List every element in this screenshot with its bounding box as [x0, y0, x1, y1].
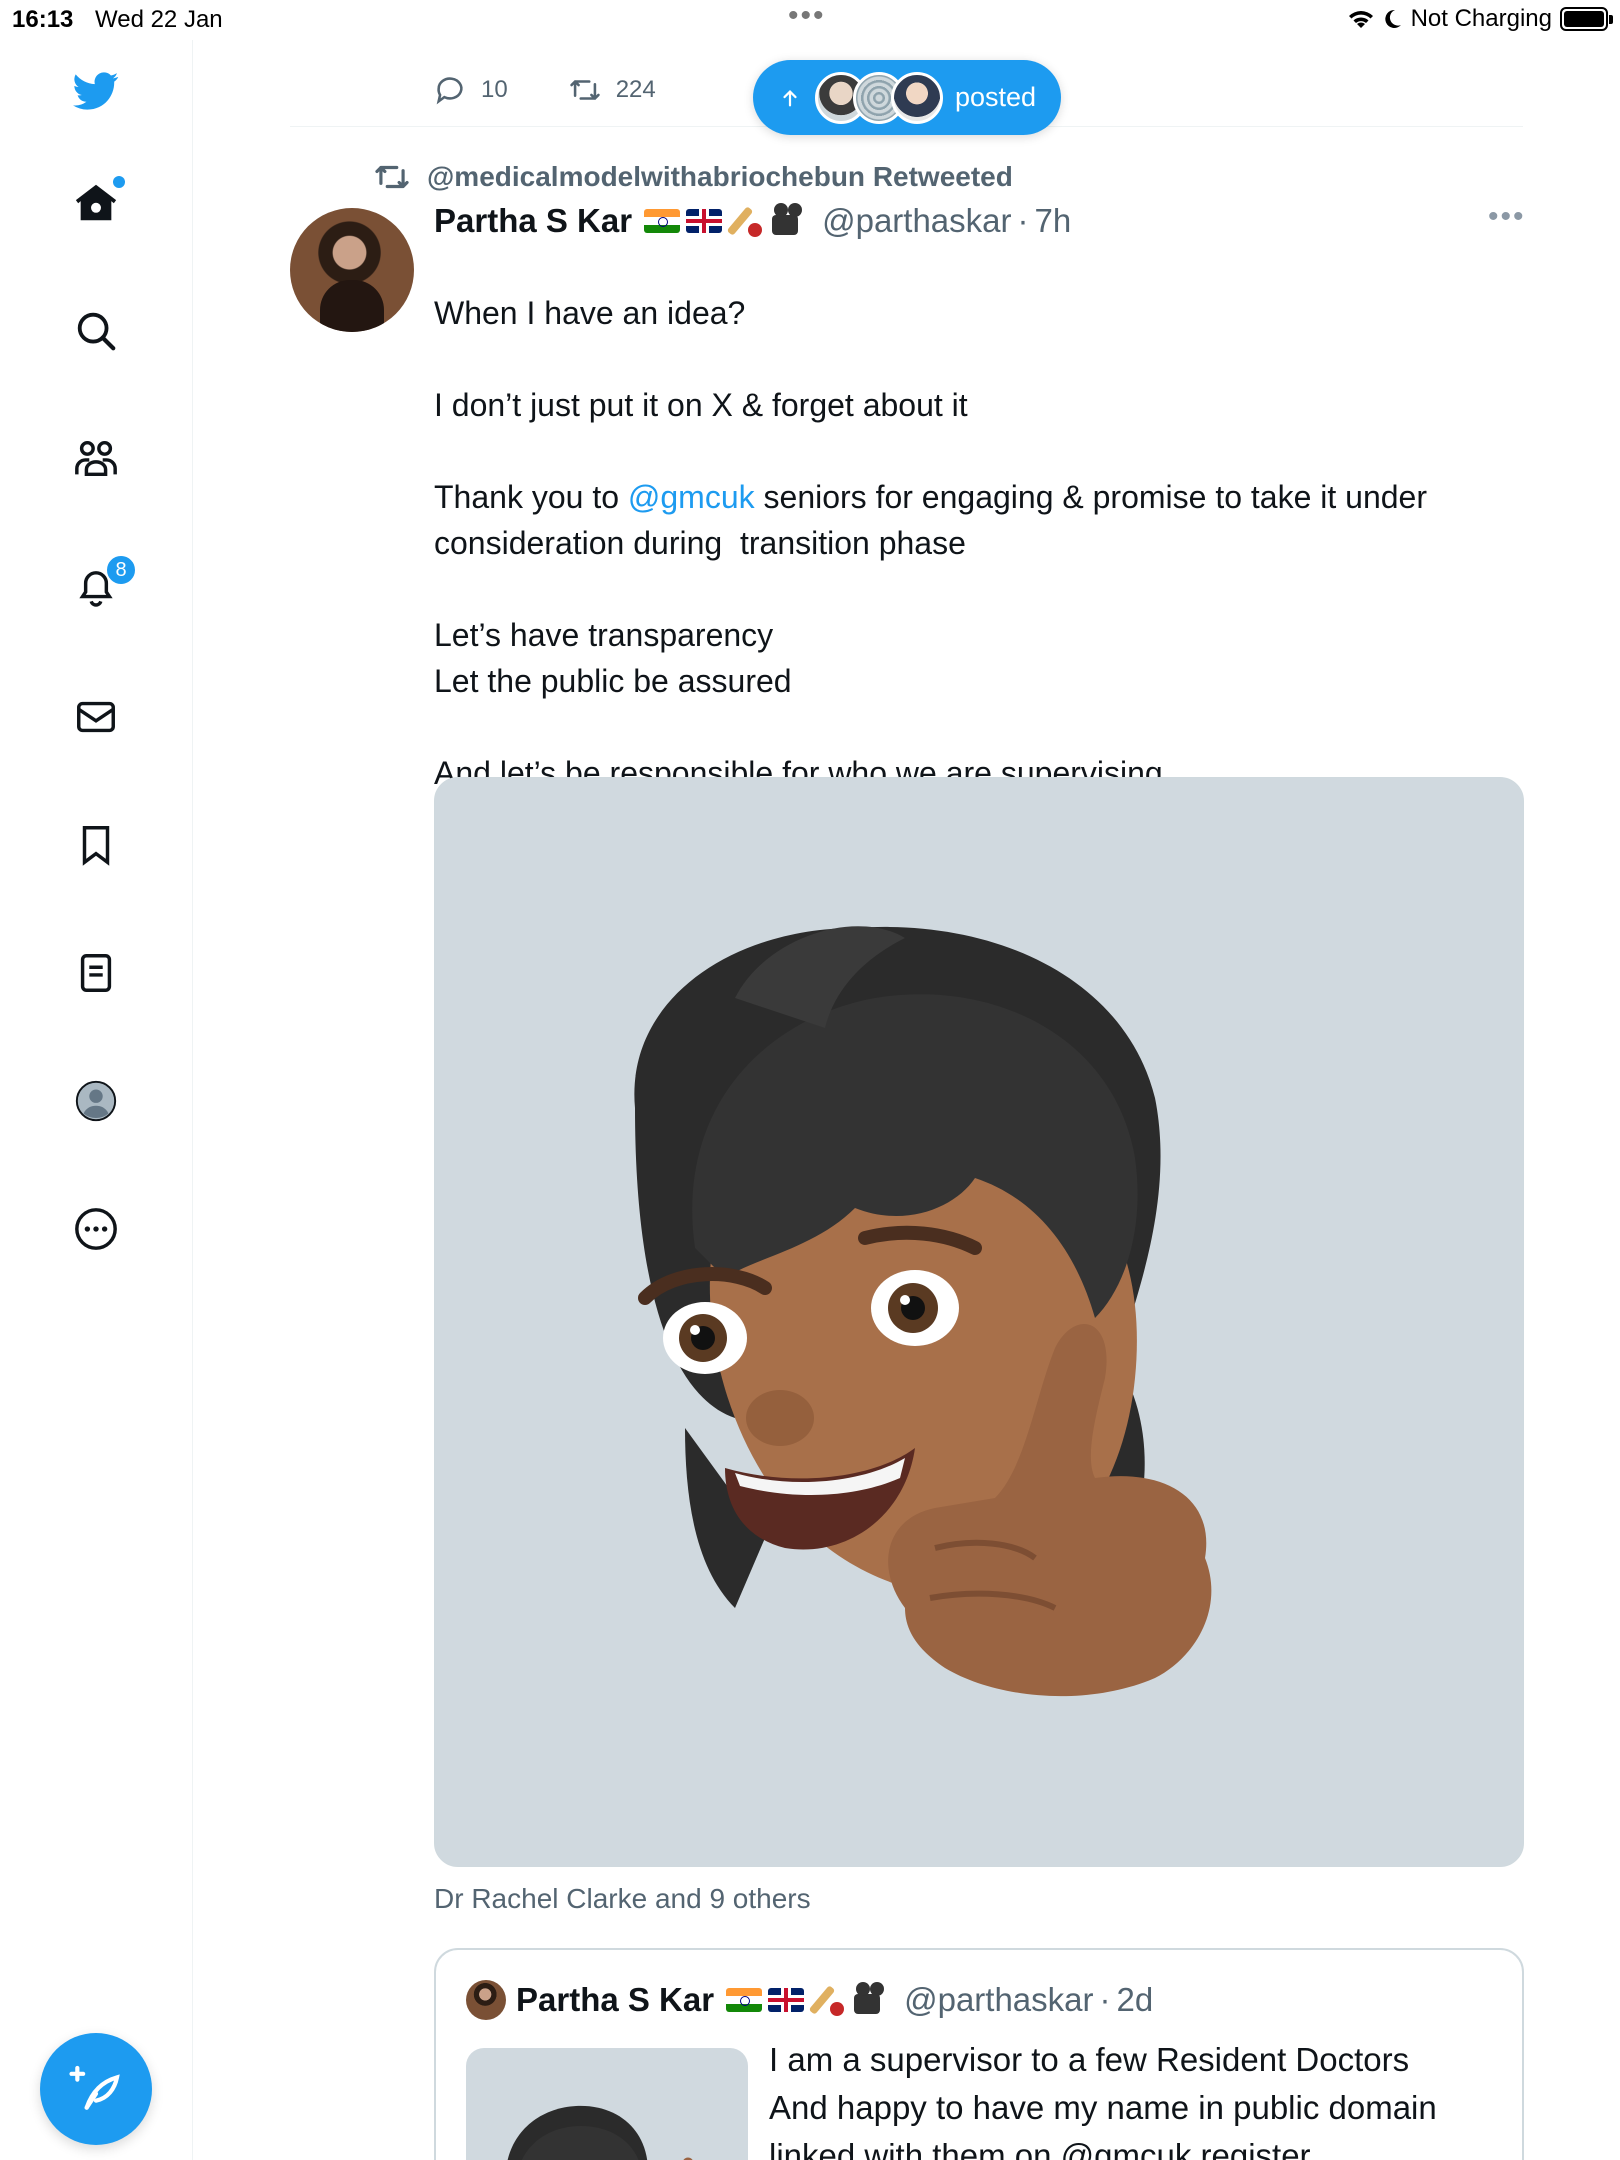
retweet-count: 224 — [615, 76, 656, 103]
uk-flag-icon — [686, 209, 723, 233]
new-posts-dot — [113, 176, 125, 188]
author-name[interactable]: Partha S Kar — [434, 202, 632, 240]
communities-icon[interactable] — [65, 428, 127, 490]
reply-count: 10 — [481, 76, 508, 103]
name-emojis — [726, 1982, 892, 2018]
quote-text: I am a supervisor to a few Resident Doct… — [769, 2041, 1437, 2160]
moon-icon — [1384, 9, 1401, 28]
previous-tweet-actions: 10 224 — [433, 60, 716, 120]
retweeted-by[interactable]: @medicalmodelwithabriochebun Retweeted — [373, 158, 1013, 196]
tweet-text: When I have an idea? I don’t just put it… — [434, 290, 1524, 796]
avatar — [891, 71, 943, 124]
people-icon — [75, 440, 117, 477]
retweet-icon — [569, 80, 600, 100]
profile-icon[interactable] — [65, 1070, 127, 1132]
feather-plus-icon — [69, 2065, 120, 2110]
author-handle[interactable]: @parthaskar — [822, 202, 1011, 240]
more-options-icon[interactable]: ••• — [1488, 200, 1526, 234]
notifications-badge: 8 — [105, 554, 137, 586]
india-flag-icon — [644, 209, 681, 233]
quoted-tweet[interactable]: Partha S Kar @parthaskar · 2d I am a sup… — [434, 1948, 1524, 2160]
bookmarks-icon[interactable] — [65, 814, 127, 876]
movie-camera-icon — [770, 203, 810, 239]
charging-status: Not Charging — [1410, 5, 1552, 32]
name-emojis — [644, 203, 810, 239]
quote-time: 2d — [1116, 1981, 1154, 2018]
ellipsis-circle-icon — [75, 1208, 117, 1250]
quote-author-name: Partha S Kar — [516, 1981, 715, 2018]
lists-icon[interactable] — [65, 942, 127, 1004]
timeline: 10 224 posted @medicalmodelwithabriocheb… — [193, 40, 1620, 2160]
compose-button[interactable] — [40, 2033, 152, 2145]
quote-header: Partha S Kar @parthaskar · 2d — [466, 1980, 1153, 2020]
memoji-thumbs-up-image — [634, 926, 1212, 1697]
cricket-icon — [810, 1982, 846, 2018]
date: Wed 22 Jan — [95, 6, 223, 33]
wifi-icon — [1348, 11, 1373, 28]
reply-icon — [436, 77, 463, 105]
retweeted-by-text: @medicalmodelwithabriochebun Retweeted — [427, 161, 1013, 192]
tweet-text-part: seniors for engaging & promise to take i… — [434, 479, 1427, 791]
pill-avatars — [815, 71, 943, 124]
new-posts-pill[interactable]: posted — [753, 60, 1061, 135]
avatar-icon — [75, 1080, 117, 1122]
memoji-wave-image — [507, 2105, 693, 2160]
uk-flag-icon — [768, 1988, 805, 2012]
home-icon[interactable] — [65, 172, 127, 234]
sidebar: 8 — [0, 40, 193, 2160]
status-bar: 16:13 Wed 22 Jan ••• Not Charging — [0, 0, 1620, 40]
bird-icon — [73, 72, 119, 110]
magnifier-icon — [77, 312, 116, 351]
quote-author-handle: @parthaskar — [904, 1981, 1094, 2018]
pill-label: posted — [955, 82, 1037, 112]
mention-link[interactable]: @gmcuk — [628, 479, 755, 515]
movie-camera-icon — [852, 1982, 892, 2018]
tweet-time[interactable]: 7h — [1035, 202, 1072, 240]
cricket-icon — [728, 203, 764, 239]
multitasking-dots[interactable]: ••• — [788, 1, 826, 31]
more-icon[interactable] — [65, 1198, 127, 1260]
list-icon — [80, 954, 112, 992]
retweet-icon — [375, 165, 409, 189]
messages-icon[interactable] — [65, 686, 127, 748]
battery-icon — [1560, 7, 1613, 31]
tweet-image[interactable] — [434, 777, 1524, 1867]
status-indicators: Not Charging — [1347, 5, 1613, 33]
house-icon — [75, 184, 117, 221]
search-icon[interactable] — [65, 300, 127, 362]
notifications-icon[interactable]: 8 — [65, 554, 137, 618]
reply-button[interactable]: 10 — [433, 73, 508, 107]
separator-dot: · — [1099, 1981, 1111, 2018]
tweet-header: Partha S Kar @parthaskar · 7h — [434, 202, 1071, 240]
retweet-button[interactable]: 224 — [568, 73, 656, 107]
separator-dot: · — [1017, 202, 1029, 239]
avatar — [466, 1980, 506, 2020]
envelope-icon — [77, 701, 115, 733]
quote-thumbnail — [466, 2048, 748, 2160]
clock: 16:13 — [12, 6, 74, 33]
liked-by[interactable]: Dr Rachel Clarke and 9 others — [434, 1883, 811, 1915]
arrow-up-icon — [783, 89, 797, 106]
india-flag-icon — [726, 1988, 763, 2012]
twitter-logo-icon[interactable] — [65, 60, 127, 122]
author-avatar[interactable] — [290, 208, 414, 332]
bookmark-icon — [82, 826, 110, 866]
